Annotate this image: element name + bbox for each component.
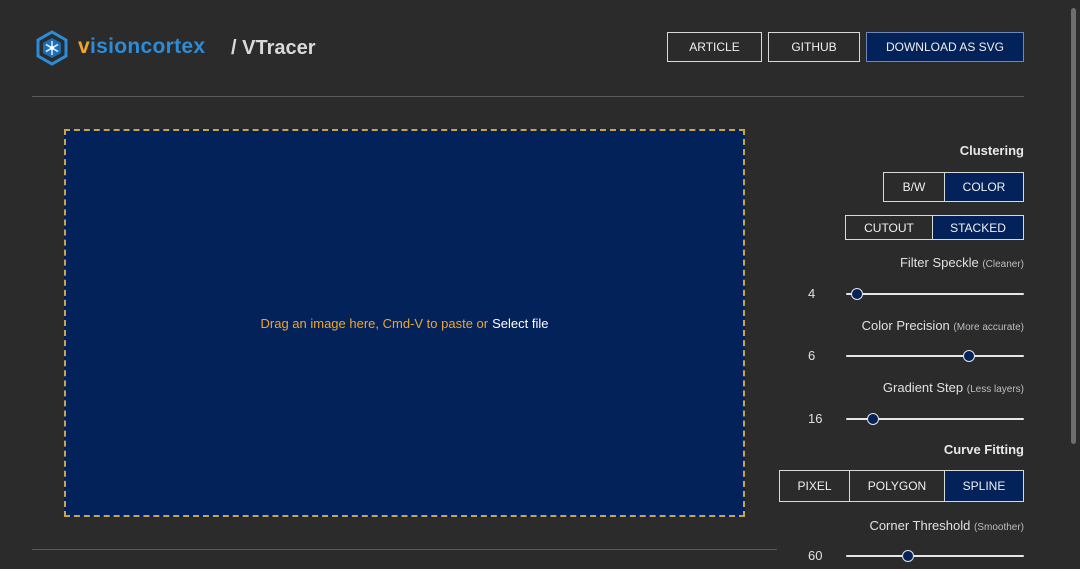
corner-threshold-value: 60 <box>808 548 823 563</box>
color-precision-slider[interactable] <box>846 350 1024 362</box>
header-divider <box>32 96 1024 97</box>
hierarchy-option-stacked[interactable]: STACKED <box>932 215 1024 240</box>
slider-track[interactable] <box>846 555 1024 557</box>
slider-thumb[interactable] <box>902 550 915 562</box>
filter-speckle-value: 4 <box>808 286 816 301</box>
gradient-step-label: Gradient Step (Less layers) <box>882 380 1024 395</box>
slider-track[interactable] <box>846 355 1024 357</box>
curve-fitting-toggle: PIXEL POLYGON SPLINE <box>779 470 1024 502</box>
image-dropzone[interactable]: Drag an image here, Cmd-V to paste or Se… <box>64 129 745 517</box>
curve-option-polygon[interactable]: POLYGON <box>849 470 945 502</box>
mode-option-bw[interactable]: B/W <box>883 172 945 202</box>
curve-option-pixel[interactable]: PIXEL <box>779 470 850 502</box>
dropzone-hint: Drag an image here, Cmd-V to paste or <box>260 315 489 331</box>
article-button[interactable]: ARTICLE <box>667 32 762 62</box>
slider-track[interactable] <box>846 293 1024 295</box>
slider-thumb[interactable] <box>850 288 863 300</box>
color-precision-value: 6 <box>808 348 816 363</box>
select-file-link[interactable]: Select file <box>492 316 548 331</box>
bottom-divider <box>32 549 777 550</box>
brand-name[interactable]: visioncortex <box>78 35 205 59</box>
filter-speckle-label: Filter Speckle (Cleaner) <box>899 255 1024 270</box>
visioncortex-logo-icon <box>36 30 68 66</box>
filter-speckle-slider[interactable] <box>846 288 1024 300</box>
gradient-step-slider[interactable] <box>846 413 1024 425</box>
curve-fitting-title: Curve Fitting <box>943 442 1024 457</box>
gradient-step-value: 16 <box>808 411 823 426</box>
slider-thumb[interactable] <box>866 413 879 425</box>
hierarchy-option-cutout[interactable]: CUTOUT <box>845 215 933 240</box>
download-svg-button[interactable]: DOWNLOAD AS SVG <box>866 32 1024 62</box>
page-scrollbar[interactable] <box>1071 8 1076 444</box>
mode-option-color[interactable]: COLOR <box>944 172 1024 202</box>
slider-thumb[interactable] <box>962 350 975 362</box>
corner-threshold-label: Corner Threshold (Smoother) <box>869 518 1024 533</box>
clustering-mode-toggle: B/W COLOR <box>883 172 1024 202</box>
header: visioncortex / VTracer ARTICLE GITHUB DO… <box>32 28 1024 68</box>
app-title: / VTracer <box>231 37 316 59</box>
github-button[interactable]: GITHUB <box>768 32 860 62</box>
settings-panel: Clustering B/W COLOR CUTOUT STACKED Filt… <box>778 129 1024 569</box>
color-precision-label: Color Precision (More accurate) <box>861 318 1024 333</box>
clustering-title: Clustering <box>959 143 1024 158</box>
clustering-hierarchy-toggle: CUTOUT STACKED <box>845 215 1024 240</box>
corner-threshold-slider[interactable] <box>846 550 1024 562</box>
curve-option-spline[interactable]: SPLINE <box>944 470 1024 502</box>
